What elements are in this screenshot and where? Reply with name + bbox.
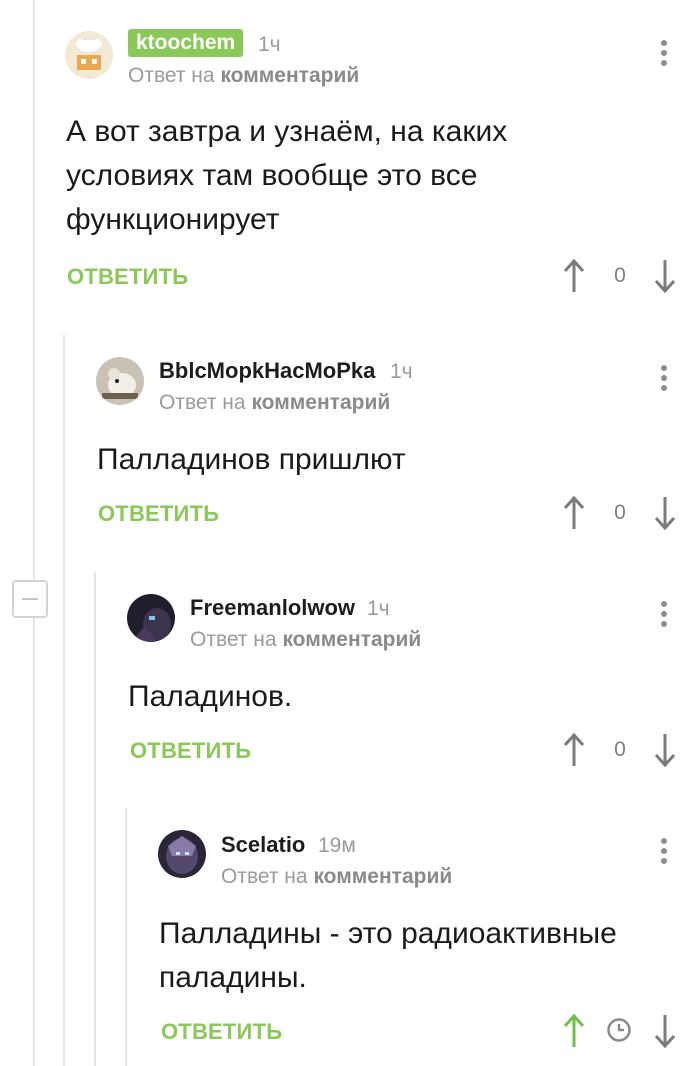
more-options-icon[interactable] <box>654 40 674 74</box>
reply-to-link[interactable]: Ответ на комментарий <box>221 865 452 889</box>
vote-score: 0 <box>614 738 626 761</box>
collapse-thread-button[interactable] <box>12 580 48 618</box>
avatar[interactable] <box>65 31 113 79</box>
thread-line <box>63 335 65 1066</box>
reply-to-prefix: Ответ на <box>221 865 308 888</box>
upvote-icon[interactable] <box>562 495 586 531</box>
downvote-icon[interactable] <box>653 258 677 294</box>
comment-text: Паладинов. <box>128 680 293 713</box>
downvote-icon[interactable] <box>653 1013 677 1049</box>
vote-score: 0 <box>614 501 626 524</box>
reply-to-link[interactable]: Ответ на комментарий <box>190 628 421 652</box>
downvote-icon[interactable] <box>653 732 677 768</box>
vote-widget: 0 <box>560 258 680 298</box>
upvote-icon-active[interactable] <box>562 1013 586 1049</box>
avatar[interactable] <box>96 357 144 405</box>
comment-time: 1ч <box>258 33 281 56</box>
vote-widget <box>560 1013 680 1053</box>
reply-to-prefix: Ответ на <box>190 628 277 651</box>
minus-icon <box>22 598 38 600</box>
comment-time: 19м <box>318 834 356 857</box>
vote-score: 0 <box>614 264 626 287</box>
reply-button[interactable]: ОТВЕТИТЬ <box>161 1019 282 1045</box>
thread-line <box>33 0 35 1066</box>
avatar[interactable] <box>158 830 206 878</box>
upvote-icon[interactable] <box>562 732 586 768</box>
reply-to-target: комментарий <box>282 628 422 651</box>
reply-to-link[interactable]: Ответ на комментарий <box>128 64 359 88</box>
downvote-icon[interactable] <box>653 495 677 531</box>
upvote-icon[interactable] <box>562 258 586 294</box>
more-options-icon[interactable] <box>654 365 674 399</box>
thread-line <box>125 808 127 1066</box>
reply-to-prefix: Ответ на <box>159 391 246 414</box>
author-name[interactable]: Scelatio <box>221 832 305 858</box>
reply-button[interactable]: ОТВЕТИТЬ <box>98 501 219 527</box>
reply-button[interactable]: ОТВЕТИТЬ <box>130 738 251 764</box>
more-options-icon[interactable] <box>654 838 674 872</box>
avatar[interactable] <box>127 594 175 642</box>
vote-widget: 0 <box>560 495 680 535</box>
comment-text: Палладинов пришлют <box>97 443 406 476</box>
vote-widget: 0 <box>560 732 680 772</box>
clock-icon <box>607 1018 631 1042</box>
reply-to-target: комментарий <box>313 865 453 888</box>
reply-to-prefix: Ответ на <box>128 64 215 87</box>
comment-text: А вот завтра и узнаём, на каких условиях… <box>66 115 508 236</box>
comment-text: Палладины - это радиоактивные паладины. <box>159 917 617 994</box>
author-name[interactable]: Freemanlolwow <box>190 595 355 621</box>
reply-to-link[interactable]: Ответ на комментарий <box>159 391 390 415</box>
comment-time: 1ч <box>367 597 390 620</box>
more-options-icon[interactable] <box>654 601 674 635</box>
reply-button[interactable]: ОТВЕТИТЬ <box>67 264 188 290</box>
reply-to-target: комментарий <box>220 64 360 87</box>
thread-line <box>94 572 96 1066</box>
reply-to-target: комментарий <box>251 391 391 414</box>
author-name[interactable]: BblcMopkHacMoPka <box>159 358 375 384</box>
comment-time: 1ч <box>390 360 413 383</box>
author-name[interactable]: ktoochem <box>128 29 244 57</box>
